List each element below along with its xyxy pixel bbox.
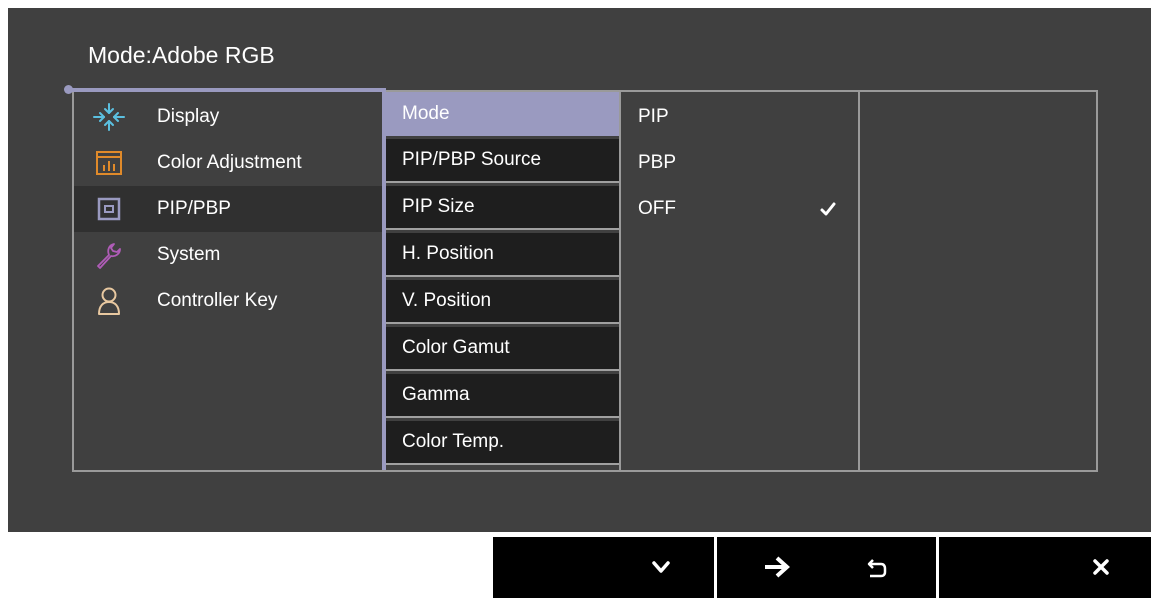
user-icon <box>89 286 129 316</box>
main-menu-item-display[interactable]: Display <box>74 94 382 140</box>
return-icon <box>865 556 889 580</box>
key-down[interactable] <box>493 537 714 598</box>
mode-title: Mode:Adobe RGB <box>88 42 275 69</box>
submenu-item-gamma[interactable]: Gamma <box>386 374 620 418</box>
panel-highlight-dot <box>64 85 73 94</box>
color-adjustment-icon <box>89 148 129 178</box>
option-label: PBP <box>638 152 677 173</box>
mode-value: Adobe RGB <box>151 42 275 68</box>
checkmark-icon <box>819 200 837 218</box>
main-menu-label: PIP/PBP <box>157 198 231 219</box>
main-menu-item-color-adjustment[interactable]: Color Adjustment <box>74 140 382 186</box>
options-list: PIP PBP OFF <box>621 94 857 232</box>
osd-menu: Mode:Adobe RGB Display Color Adjustment … <box>8 8 1151 532</box>
display-icon <box>89 102 129 132</box>
key-exit[interactable] <box>939 537 1151 598</box>
main-menu-label: System <box>157 244 221 265</box>
main-menu-label: Color Adjustment <box>157 152 302 173</box>
close-icon <box>1092 558 1110 576</box>
option-off[interactable]: OFF <box>621 186 857 232</box>
submenu-item-h-position[interactable]: H. Position <box>386 233 620 277</box>
submenu-item-v-position[interactable]: V. Position <box>386 280 620 324</box>
submenu-item-color-temp[interactable]: Color Temp. <box>386 421 620 465</box>
arrow-right-icon <box>763 555 791 579</box>
mode-label: Mode: <box>88 42 152 68</box>
main-menu-label: Controller Key <box>157 290 278 311</box>
submenu-item-color-gamut[interactable]: Color Gamut <box>386 327 620 371</box>
main-menu-item-system[interactable]: System <box>74 232 382 278</box>
option-label: PIP <box>638 106 669 127</box>
submenu-item-pip-pbp-source[interactable]: PIP/PBP Source <box>386 139 620 183</box>
option-pip[interactable]: PIP <box>621 94 857 140</box>
main-menu-item-controller-key[interactable]: Controller Key <box>74 278 382 324</box>
submenu-item-mode[interactable]: Mode <box>386 92 620 136</box>
main-menu: Display Color Adjustment PIP/PBP System … <box>74 94 382 324</box>
pip-pbp-icon <box>89 194 129 224</box>
option-pbp[interactable]: PBP <box>621 140 857 186</box>
chevron-down-icon <box>651 557 671 577</box>
key-enter[interactable] <box>717 537 936 598</box>
submenu: Mode PIP/PBP Source PIP Size H. Position… <box>386 92 620 468</box>
main-menu-label: Display <box>157 106 220 127</box>
main-menu-item-pip-pbp[interactable]: PIP/PBP <box>74 186 382 232</box>
submenu-item-pip-size[interactable]: PIP Size <box>386 186 620 230</box>
column-divider <box>858 92 860 470</box>
panel-highlight-line <box>70 88 386 92</box>
wrench-icon <box>89 240 129 270</box>
option-label: OFF <box>638 198 676 219</box>
